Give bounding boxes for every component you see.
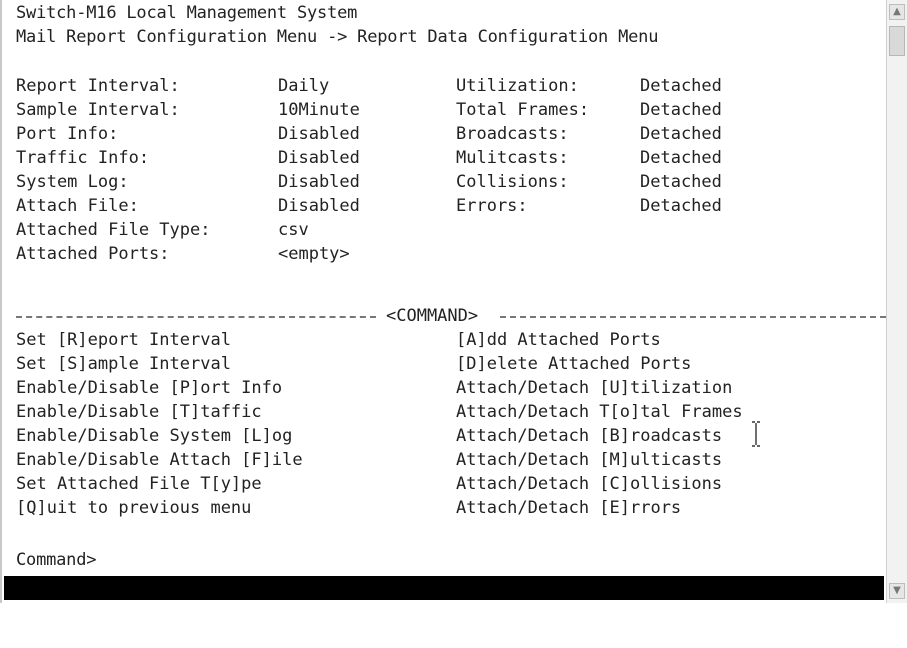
menu-option-port-info[interactable]: Enable/Disable [P]ort Info: [16, 377, 282, 399]
config-label: Sample Interval:: [16, 100, 180, 120]
terminal-window: Switch-M16 Local Management System Mail …: [0, 0, 907, 622]
menu-option-sample-interval[interactable]: Set [S]ample Interval: [16, 353, 231, 375]
menu-option-report-interval[interactable]: Set [R]eport Interval: [16, 329, 231, 351]
menu-option-errors[interactable]: Attach/Detach [E]rrors: [456, 497, 681, 519]
config-label: Port Info:: [16, 124, 119, 144]
config-value: Detached: [640, 148, 722, 168]
config-value: Disabled: [278, 196, 360, 216]
i-beam-cursor-icon: [752, 421, 760, 447]
command-row: Set [S]ample Interval [D]elete Attached …: [16, 353, 886, 375]
status-bar: Enter the character in square brackets t…: [4, 576, 884, 622]
divider-rule-left: [16, 316, 376, 319]
config-label: Utilization:: [456, 76, 579, 96]
config-row-report-interval: Report Interval: Daily Utilization: Deta…: [16, 75, 886, 97]
menu-option-add-attached-ports[interactable]: [A]dd Attached Ports: [456, 329, 661, 351]
config-label: Collisions:: [456, 172, 569, 192]
config-value: <empty>: [278, 244, 350, 264]
config-label: Attach File:: [16, 196, 139, 216]
menu-option-traffic[interactable]: Enable/Disable [T]taffic: [16, 401, 262, 423]
config-label: Errors:: [456, 196, 528, 216]
status-text: Enter the character in square brackets t…: [56, 602, 620, 622]
config-value: Disabled: [278, 172, 360, 192]
scroll-up-arrow-icon[interactable]: ▲: [889, 4, 905, 20]
config-row-sample-interval: Sample Interval: 10Minute Total Frames: …: [16, 99, 886, 121]
config-row-port-info: Port Info: Disabled Broadcasts: Detached: [16, 123, 886, 145]
menu-option-multicasts[interactable]: Attach/Detach [M]ulticasts: [456, 449, 722, 471]
divider-rule-right: [500, 316, 886, 319]
config-row-attach-file: Attach File: Disabled Errors: Detached: [16, 195, 886, 217]
config-value: 10Minute: [278, 100, 360, 120]
config-label: Attached File Type:: [16, 220, 211, 240]
command-row: Set Attached File T[y]pe Attach/Detach […: [16, 473, 886, 495]
command-row: [Q]uit to previous menu Attach/Detach [E…: [16, 497, 886, 519]
config-row-traffic-info: Traffic Info: Disabled Mulitcasts: Detac…: [16, 147, 886, 169]
menu-option-system-log[interactable]: Enable/Disable System [L]og: [16, 425, 292, 447]
config-value: Detached: [640, 124, 722, 144]
scroll-down-arrow-icon[interactable]: ▼: [889, 583, 905, 599]
command-row: Enable/Disable Attach [F]ile Attach/Deta…: [16, 449, 886, 471]
menu-option-collisions[interactable]: Attach/Detach [C]ollisions: [456, 473, 722, 495]
config-value: Detached: [640, 76, 722, 96]
command-divider: <COMMAND>: [16, 305, 886, 327]
menu-option-utilization[interactable]: Attach/Detach [U]tilization: [456, 377, 732, 399]
command-row: Enable/Disable [T]taffic Attach/Detach T…: [16, 401, 886, 423]
vertical-scrollbar[interactable]: ▲ ▼: [886, 0, 907, 603]
config-row-system-log: System Log: Disabled Collisions: Detache…: [16, 171, 886, 193]
command-row: Enable/Disable [P]ort Info Attach/Detach…: [16, 377, 886, 399]
config-label: Total Frames:: [456, 100, 590, 120]
config-label: Broadcasts:: [456, 124, 569, 144]
command-row: Set [R]eport Interval [A]dd Attached Por…: [16, 329, 886, 351]
command-prompt[interactable]: Command>: [16, 549, 96, 571]
config-label: Attached Ports:: [16, 244, 170, 264]
config-value: Daily: [278, 76, 330, 96]
config-row-attached-file-type: Attached File Type: csv: [16, 219, 886, 241]
menu-option-total-frames[interactable]: Attach/Detach T[o]tal Frames: [456, 401, 743, 423]
menu-option-attach-file[interactable]: Enable/Disable Attach [F]ile: [16, 449, 303, 471]
config-value: Detached: [640, 172, 722, 192]
config-label: Mulitcasts:: [456, 148, 569, 168]
config-label: Report Interval:: [16, 76, 180, 96]
config-label: Traffic Info:: [16, 148, 150, 168]
config-value: Disabled: [278, 124, 360, 144]
scrollbar-thumb[interactable]: [889, 26, 905, 56]
config-label: System Log:: [16, 172, 129, 192]
command-divider-label: <COMMAND>: [386, 306, 479, 326]
config-value: Detached: [640, 196, 722, 216]
menu-breadcrumb: Mail Report Configuration Menu -> Report…: [16, 27, 659, 47]
system-title: Switch-M16 Local Management System: [16, 3, 358, 23]
config-value: Detached: [640, 100, 722, 120]
config-row-attached-ports: Attached Ports: <empty>: [16, 243, 886, 265]
menu-option-quit[interactable]: [Q]uit to previous menu: [16, 497, 251, 519]
terminal-screen: Switch-M16 Local Management System Mail …: [16, 0, 886, 603]
config-value: csv: [278, 220, 309, 240]
menu-option-broadcasts[interactable]: Attach/Detach [B]roadcasts: [456, 425, 722, 447]
config-value: Disabled: [278, 148, 360, 168]
menu-option-delete-attached-ports[interactable]: [D]elete Attached Ports: [456, 353, 691, 375]
menu-option-attached-file-type[interactable]: Set Attached File T[y]pe: [16, 473, 262, 495]
